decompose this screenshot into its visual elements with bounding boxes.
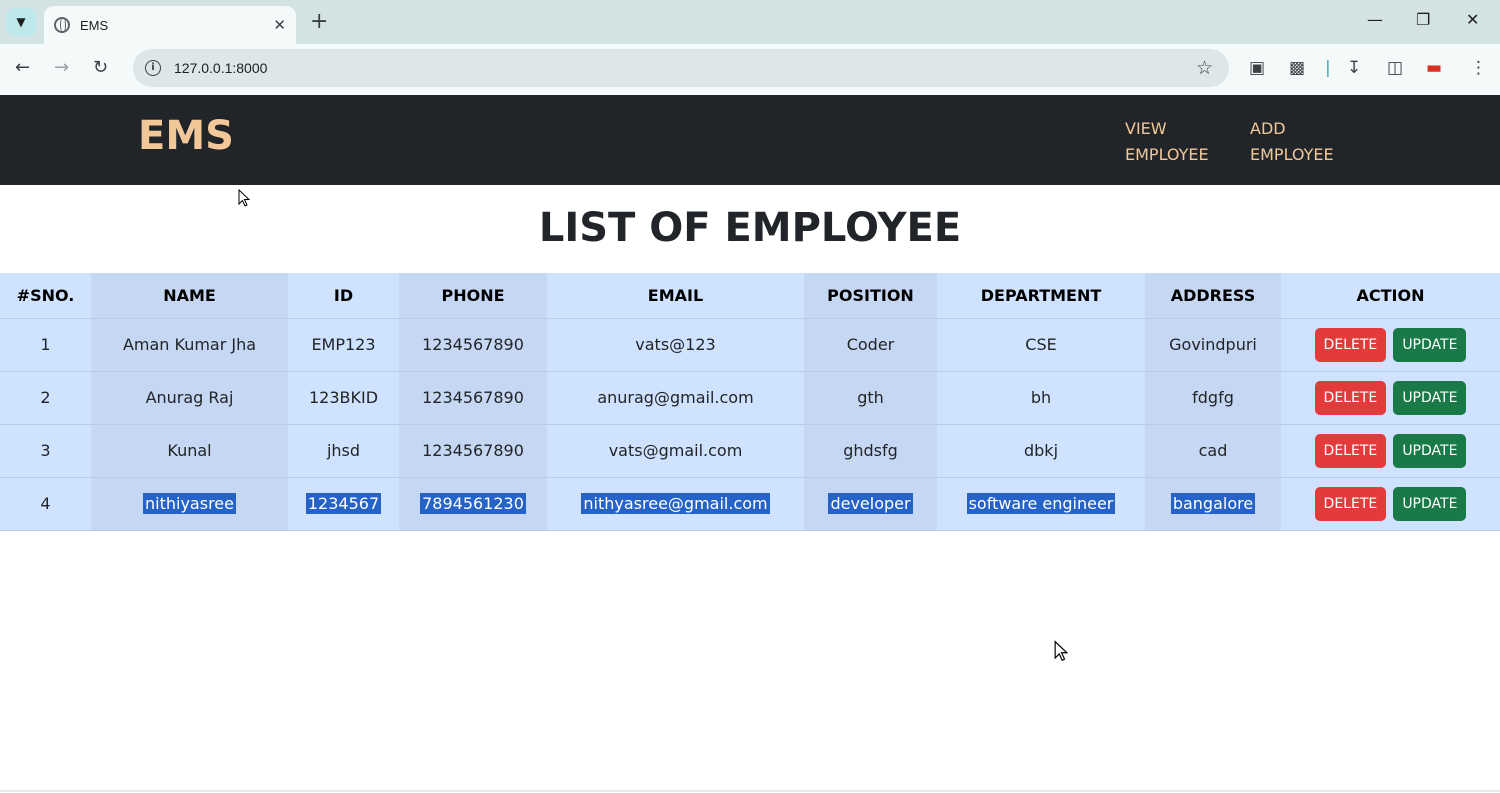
delete-button[interactable]: DELETE: [1314, 433, 1387, 468]
col-header-position: POSITION: [804, 273, 937, 319]
update-button[interactable]: UPDATE: [1393, 327, 1467, 362]
col-header-address: ADDRESS: [1145, 273, 1281, 319]
page-bottom-divider: [0, 790, 1500, 792]
address-bar[interactable]: i 127.0.0.1:8000 ☆: [133, 49, 1229, 87]
cell-sno: 1: [0, 318, 91, 372]
cell-sno: 4: [0, 477, 91, 531]
col-header-sno: #SNO.: [0, 273, 91, 319]
cell-id: jhsd: [288, 424, 399, 478]
cell-email: vats@gmail.com: [547, 424, 804, 478]
nav-add-employee[interactable]: ADD EMPLOYEE: [1250, 116, 1334, 168]
delete-button[interactable]: DELETE: [1314, 380, 1387, 415]
cell-name: Anurag Raj: [91, 371, 288, 425]
cell-id: 123BKID: [288, 371, 399, 425]
cell-action: DELETE UPDATE: [1281, 424, 1500, 478]
browser-tab[interactable]: EMS ✕: [44, 6, 296, 44]
restore-icon[interactable]: ❐: [1416, 10, 1430, 29]
table-row: 4 nithiyasree 1234567 7894561230 nithyas…: [0, 477, 1500, 531]
extension-avatar-icon[interactable]: ▣: [1249, 58, 1265, 78]
table-row: 3 Kunal jhsd 1234567890 vats@gmail.com g…: [0, 424, 1500, 478]
page-title: LIST OF EMPLOYEE: [538, 205, 962, 251]
cell-action: DELETE UPDATE: [1281, 371, 1500, 425]
cell-address: fdgfg: [1145, 371, 1281, 425]
browser-tabstrip: ▼ EMS ✕ + — ❐ ✕: [0, 0, 1500, 44]
cell-position: gth: [804, 371, 937, 425]
menu-kebab-icon[interactable]: ⋮: [1470, 58, 1487, 78]
new-tab-button[interactable]: +: [310, 9, 328, 34]
update-button[interactable]: UPDATE: [1393, 433, 1467, 468]
cell-action: DELETE UPDATE: [1281, 318, 1500, 372]
table-row: 1 Aman Kumar Jha EMP123 1234567890 vats@…: [0, 318, 1500, 372]
cell-id: 1234567: [288, 477, 399, 531]
cell-position: Coder: [804, 318, 937, 372]
nav-view-employee[interactable]: VIEW EMPLOYEE: [1125, 116, 1209, 168]
brand-logo[interactable]: EMS: [138, 113, 234, 159]
tab-title: EMS: [80, 17, 109, 33]
cell-phone: 1234567890: [399, 424, 547, 478]
cell-name: Kunal: [91, 424, 288, 478]
update-button[interactable]: UPDATE: [1393, 380, 1467, 415]
cell-name: Aman Kumar Jha: [91, 318, 288, 372]
cell-name: nithiyasree: [91, 477, 288, 531]
cell-position: developer: [804, 477, 937, 531]
cell-action: DELETE UPDATE: [1281, 477, 1500, 531]
download-icon[interactable]: ↧: [1347, 58, 1361, 78]
browser-toolbar: ← → ↻ i 127.0.0.1:8000 ☆ ▣ ▩ | ↧ ◫ ▬ ⋮: [0, 44, 1500, 95]
col-header-phone: PHONE: [399, 273, 547, 319]
cell-phone: 1234567890: [399, 318, 547, 372]
page-viewport: EMS VIEW EMPLOYEE ADD EMPLOYEE LIST OF E…: [0, 95, 1500, 793]
forward-icon[interactable]: →: [54, 57, 69, 78]
cell-id: EMP123: [288, 318, 399, 372]
cell-sno: 2: [0, 371, 91, 425]
selected-text: developer: [828, 493, 913, 514]
cell-department: dbkj: [937, 424, 1145, 478]
cell-address: bangalore: [1145, 477, 1281, 531]
extensions-puzzle-icon[interactable]: ▩: [1289, 58, 1305, 78]
selected-text: bangalore: [1170, 493, 1256, 514]
cell-email: anurag@gmail.com: [547, 371, 804, 425]
selected-text: software engineer: [966, 493, 1116, 514]
globe-icon: [54, 17, 70, 33]
col-header-name: NAME: [91, 273, 288, 319]
cell-email: nithyasree@gmail.com: [547, 477, 804, 531]
col-header-action: ACTION: [1281, 273, 1500, 319]
table-row: 2 Anurag Raj 123BKID 1234567890 anurag@g…: [0, 371, 1500, 425]
col-header-email: EMAIL: [547, 273, 804, 319]
tab-close-icon[interactable]: ✕: [273, 16, 286, 34]
employee-table: #SNO. NAME ID PHONE EMAIL POSITION DEPAR…: [0, 273, 1500, 531]
cell-position: ghdsfg: [804, 424, 937, 478]
cell-department: software engineer: [937, 477, 1145, 531]
cell-phone: 7894561230: [399, 477, 547, 531]
reload-icon[interactable]: ↻: [93, 57, 108, 78]
selected-text: nithyasree@gmail.com: [581, 493, 770, 514]
selected-text: nithiyasree: [143, 493, 236, 514]
cell-department: bh: [937, 371, 1145, 425]
col-header-id: ID: [288, 273, 399, 319]
side-panel-icon[interactable]: ◫: [1387, 58, 1403, 78]
delete-button[interactable]: DELETE: [1314, 486, 1387, 521]
cell-address: Govindpuri: [1145, 318, 1281, 372]
minimize-icon[interactable]: —: [1367, 10, 1383, 29]
col-header-department: DEPARTMENT: [937, 273, 1145, 319]
close-window-icon[interactable]: ✕: [1466, 10, 1479, 29]
profile-icon[interactable]: ▬: [1426, 58, 1442, 78]
bookmark-star-icon[interactable]: ☆: [1196, 57, 1213, 79]
selected-text: 7894561230: [420, 493, 526, 514]
table-header-row: #SNO. NAME ID PHONE EMAIL POSITION DEPAR…: [0, 273, 1500, 319]
cell-sno: 3: [0, 424, 91, 478]
url-text[interactable]: 127.0.0.1:8000: [174, 60, 1229, 76]
toolbar-divider: |: [1325, 58, 1331, 78]
delete-button[interactable]: DELETE: [1314, 327, 1387, 362]
cell-department: CSE: [937, 318, 1145, 372]
selected-text: 1234567: [305, 493, 382, 514]
cell-address: cad: [1145, 424, 1281, 478]
cell-phone: 1234567890: [399, 371, 547, 425]
cell-email: vats@123: [547, 318, 804, 372]
tab-search-button[interactable]: ▼: [6, 8, 36, 36]
back-icon[interactable]: ←: [15, 57, 30, 78]
top-navbar: EMS VIEW EMPLOYEE ADD EMPLOYEE: [0, 95, 1500, 185]
site-info-icon[interactable]: i: [145, 60, 161, 76]
update-button[interactable]: UPDATE: [1393, 486, 1467, 521]
